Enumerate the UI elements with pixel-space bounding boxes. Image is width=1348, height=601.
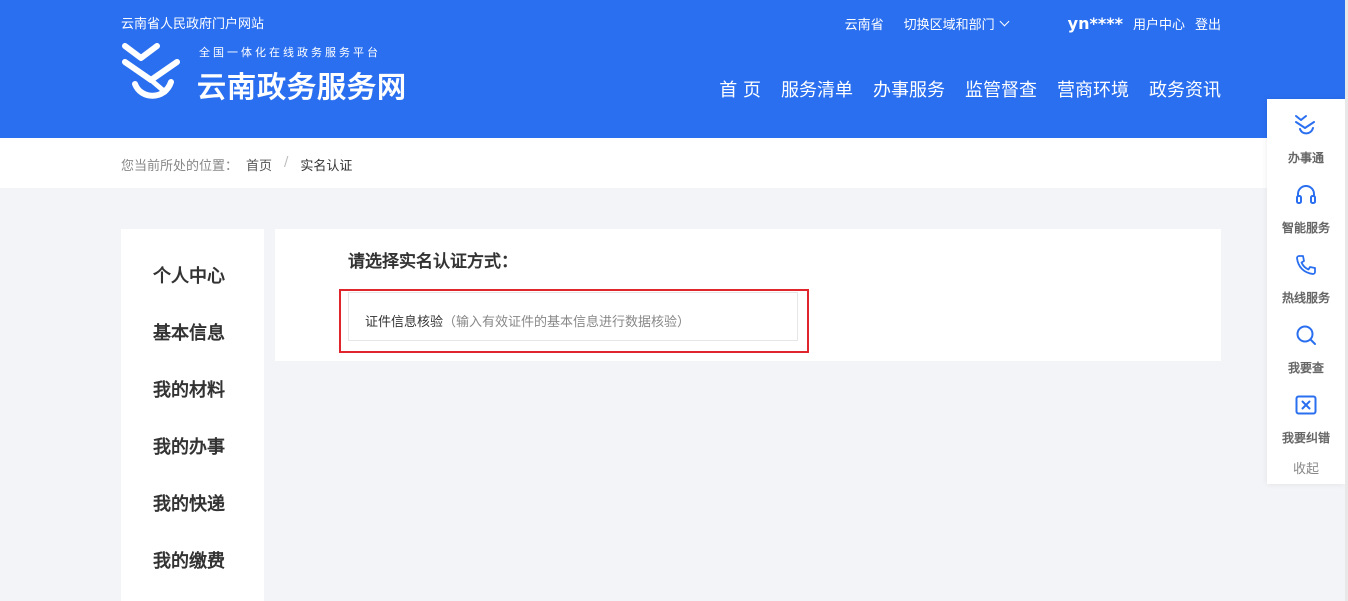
sidebar-item-materials[interactable]: 我的材料: [153, 376, 225, 402]
nav-services[interactable]: 办事服务: [873, 76, 945, 102]
float-label: 智能服务: [1281, 221, 1330, 235]
headset-icon: [1296, 185, 1316, 204]
breadcrumb-separator: /: [284, 155, 289, 170]
float-item-search[interactable]: 我要查: [1267, 313, 1345, 379]
nav-gov-news[interactable]: 政务资讯: [1149, 76, 1221, 102]
phone-icon: [1296, 255, 1316, 275]
logo-slogan: 全国一体化在线政务服务平台: [199, 46, 381, 59]
site-header: 云南省人民政府门户网站 全国一体化在线政务服务平台 云南政务服务网 云南省 切换…: [0, 0, 1348, 138]
sidebar-item-my-affairs[interactable]: 我的办事: [153, 433, 225, 459]
nav-business-env[interactable]: 营商环境: [1057, 76, 1129, 102]
breadcrumb-home[interactable]: 首页: [246, 155, 272, 174]
close-box-icon: [1295, 395, 1317, 415]
switch-region-dropdown[interactable]: 切换区域和部门: [903, 14, 1010, 33]
float-item-report-error[interactable]: 我要纠错: [1267, 383, 1345, 449]
logout-link[interactable]: 登出: [1195, 14, 1221, 33]
float-label: 我要查: [1287, 361, 1324, 375]
main-nav: 首 页 服务清单 办事服务 监管督查 营商环境 政务资讯: [699, 76, 1221, 102]
site-logo[interactable]: 全国一体化在线政务服务平台 云南政务服务网: [121, 42, 421, 104]
logo-icon: [1295, 115, 1315, 135]
sidebar-item-personal-center[interactable]: 个人中心: [153, 262, 225, 288]
logo-title: 云南政务服务网: [197, 70, 408, 104]
verification-panel: 请选择实名认证方式： 证件信息核验（输入有效证件的基本信息进行数据核验）: [275, 229, 1221, 361]
nav-service-list[interactable]: 服务清单: [781, 76, 853, 102]
breadcrumb-prefix: 您当前所处的位置：: [121, 159, 239, 174]
float-label: 办事通: [1287, 151, 1324, 165]
logo-icon: [122, 43, 180, 99]
float-item-banshitong[interactable]: 办事通: [1267, 103, 1345, 169]
search-icon: [1296, 325, 1316, 345]
portal-link[interactable]: 云南省人民政府门户网站: [121, 13, 264, 32]
breadcrumb-current: 实名认证: [300, 159, 353, 174]
page-title: 请选择实名认证方式：: [348, 252, 518, 272]
floating-toolbar: 办事通 智能服务 热线服务 我要查 我要纠错 收起: [1267, 99, 1345, 484]
breadcrumb: 您当前所处的位置： 首页 / 实名认证: [121, 155, 352, 174]
collapse-button[interactable]: 收起: [1267, 458, 1345, 477]
sidebar-item-express[interactable]: 我的快递: [153, 490, 225, 516]
top-right-bar: 云南省 切换区域和部门 yn**** 用户中心 登出: [845, 13, 1221, 33]
sidebar: 个人中心 基本信息 我的材料 我的办事 我的快递 我的缴费: [121, 229, 264, 601]
sidebar-item-payments[interactable]: 我的缴费: [153, 547, 225, 573]
float-item-smart-service[interactable]: 智能服务: [1267, 173, 1345, 239]
nav-supervision[interactable]: 监管督查: [965, 76, 1037, 102]
username[interactable]: yn****: [1068, 14, 1123, 33]
float-label: 热线服务: [1281, 291, 1330, 305]
switch-region-label: 切换区域和部门: [903, 17, 995, 33]
sidebar-item-basic-info[interactable]: 基本信息: [153, 319, 225, 345]
highlight-box: [339, 289, 809, 353]
user-center-link[interactable]: 用户中心: [1133, 14, 1185, 33]
float-item-hotline[interactable]: 热线服务: [1267, 243, 1345, 309]
chevron-down-icon: [999, 16, 1010, 26]
float-label: 我要纠错: [1281, 431, 1330, 445]
nav-home[interactable]: 首 页: [719, 76, 761, 102]
region-label[interactable]: 云南省: [845, 14, 884, 33]
breadcrumb-bar: 您当前所处的位置： 首页 / 实名认证: [0, 138, 1348, 188]
